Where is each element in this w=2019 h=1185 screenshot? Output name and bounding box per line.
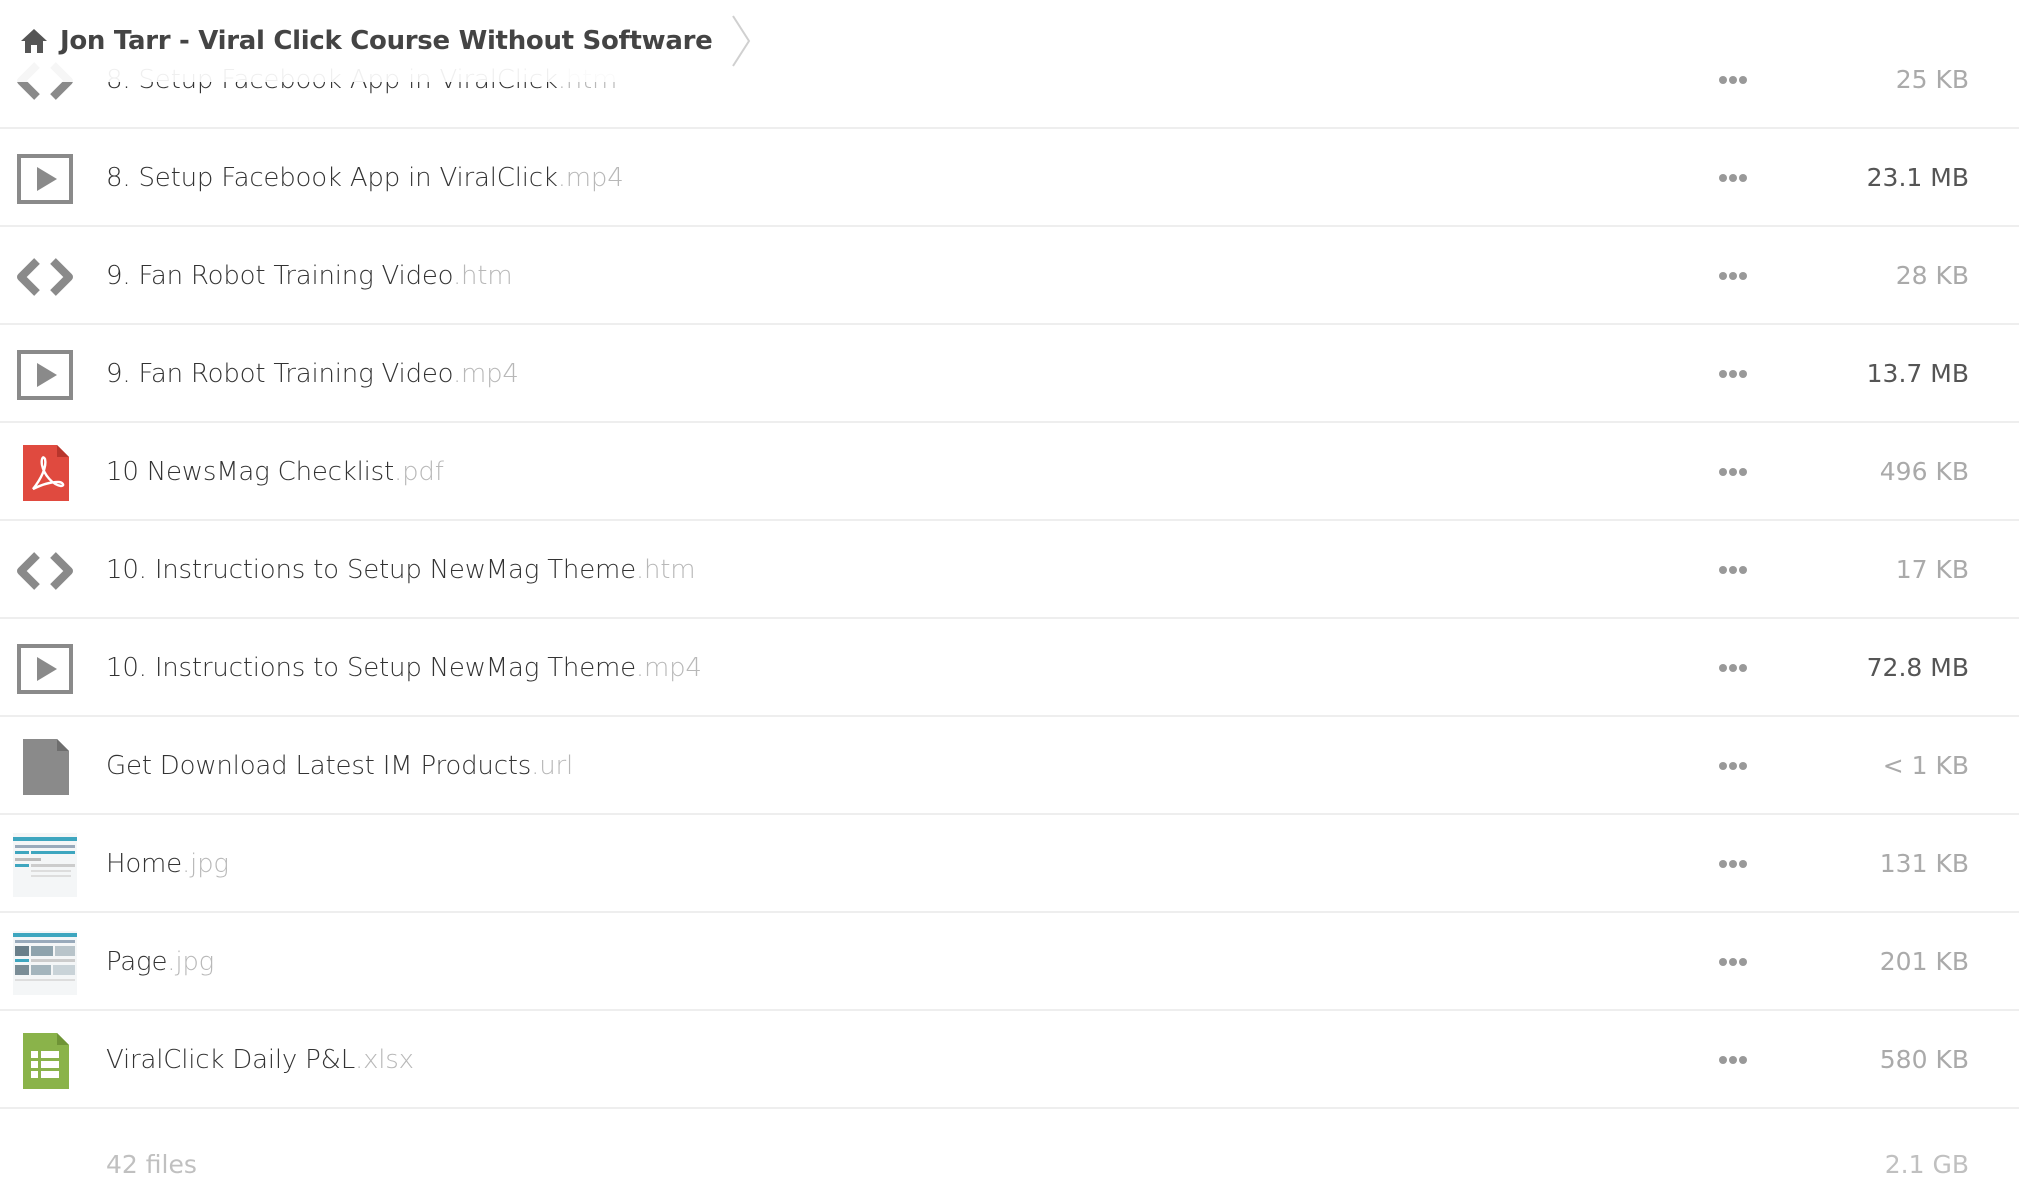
file-name[interactable]: 10 NewsMag Checklist.pdf [106,423,444,521]
file-name[interactable]: 10. Instructions to Setup NewMag Theme.m… [106,619,702,717]
file-extension: .xlsx [355,1045,414,1075]
breadcrumb-title[interactable]: Jon Tarr - Viral Click Course Without So… [60,26,713,56]
spreadsheet-icon [13,1029,77,1093]
file-extension: .jpg [181,849,229,879]
total-size: 2.1 GB [1884,1150,1969,1179]
file-extension: .mp4 [452,359,519,389]
file-size: 28 KB [1895,261,1969,290]
file-size: < 1 KB [1882,751,1969,780]
file-size: 23.1 MB [1866,163,1969,192]
file-size: 13.7 MB [1866,359,1969,388]
breadcrumb-separator-icon [731,15,750,67]
file-name[interactable]: Page.jpg [106,913,214,1011]
file-row[interactable]: 9. Fan Robot Training Video.mp4 13.7 MB [0,325,2019,423]
file-extension: .pdf [394,457,444,487]
file-browser: Jon Tarr - Viral Click Course Without So… [0,0,2019,1185]
file-size: 72.8 MB [1866,653,1969,682]
file-basename: 10. Instructions to Setup NewMag Theme [106,555,636,585]
video-icon [13,147,77,211]
file-row[interactable]: Page.jpg 201 KB [0,913,2019,1011]
file-name[interactable]: Home.jpg [106,815,229,913]
file-extension: .mp4 [557,163,624,193]
file-basename: Page [106,947,168,977]
file-name[interactable]: Get Download Latest IM Products.url [106,717,573,815]
more-options-icon[interactable] [1716,423,1750,521]
file-size: 17 KB [1895,555,1969,584]
more-options-icon[interactable] [1716,913,1750,1011]
list-footer: 42 files 2.1 GB [0,1120,2019,1185]
video-icon [13,637,77,701]
code-icon [13,539,77,603]
file-extension: .htm [635,555,696,585]
more-options-icon[interactable] [1716,717,1750,815]
file-row[interactable]: Get Download Latest IM Products.url < 1 K… [0,717,2019,815]
file-name[interactable]: 10. Instructions to Setup NewMag Theme.h… [106,521,696,619]
file-row[interactable]: 9. Fan Robot Training Video.htm 28 KB [0,227,2019,325]
image-thumbnail-home [13,833,77,897]
more-options-icon[interactable] [1716,619,1750,717]
file-size: 201 KB [1879,947,1969,976]
file-row[interactable]: 10 NewsMag Checklist.pdf 496 KB [0,423,2019,521]
more-options-icon[interactable] [1716,815,1750,913]
more-options-icon[interactable] [1716,227,1750,325]
file-basename: 8. Setup Facebook App in ViralClick [106,163,558,193]
file-basename: 9. Fan Robot Training Video [106,261,453,291]
code-icon [13,245,77,309]
file-extension: .url [531,751,574,781]
file-basename: 10 NewsMag Checklist [106,457,395,487]
image-thumbnail-page [13,931,77,995]
more-options-icon[interactable] [1716,1011,1750,1109]
file-size: 496 KB [1879,457,1969,486]
file-extension: .mp4 [635,653,702,683]
home-icon[interactable] [18,25,50,57]
file-row[interactable]: Home.jpg 131 KB [0,815,2019,913]
file-basename: 10. Instructions to Setup NewMag Theme [106,653,636,683]
file-name[interactable]: 9. Fan Robot Training Video.mp4 [106,325,519,423]
file-basename: 9. Fan Robot Training Video [106,359,453,389]
file-name[interactable]: ViralClick Daily P&L.xlsx [106,1011,414,1109]
more-options-icon[interactable] [1716,521,1750,619]
video-icon [13,343,77,407]
file-size: 580 KB [1879,1045,1969,1074]
file-name[interactable]: 8. Setup Facebook App in ViralClick.mp4 [106,129,624,227]
file-count: 42 files [106,1150,197,1179]
file-extension: .jpg [167,947,215,977]
file-row[interactable]: 10. Instructions to Setup NewMag Theme.h… [0,521,2019,619]
breadcrumb-item-folder[interactable]: Jon Tarr - Viral Click Course Without So… [0,0,765,82]
file-row[interactable]: 8. Setup Facebook App in ViralClick.mp4 2… [0,129,2019,227]
file-size: 131 KB [1879,849,1969,878]
file-row[interactable]: 10. Instructions to Setup NewMag Theme.m… [0,619,2019,717]
file-basename: ViralClick Daily P&L [106,1045,355,1075]
file-row[interactable]: ViralClick Daily P&L.xlsx 580 KB [0,1011,2019,1109]
file-basename: Get Download Latest IM Products [106,751,532,781]
more-options-icon[interactable] [1716,325,1750,423]
file-name[interactable]: 9. Fan Robot Training Video.htm [106,227,513,325]
pdf-icon [13,441,77,505]
file-basename: Home [106,849,182,879]
file-extension: .htm [452,261,513,291]
file-icon [13,735,77,799]
more-options-icon[interactable] [1716,129,1750,227]
breadcrumb: Jon Tarr - Viral Click Course Without So… [0,0,2019,82]
